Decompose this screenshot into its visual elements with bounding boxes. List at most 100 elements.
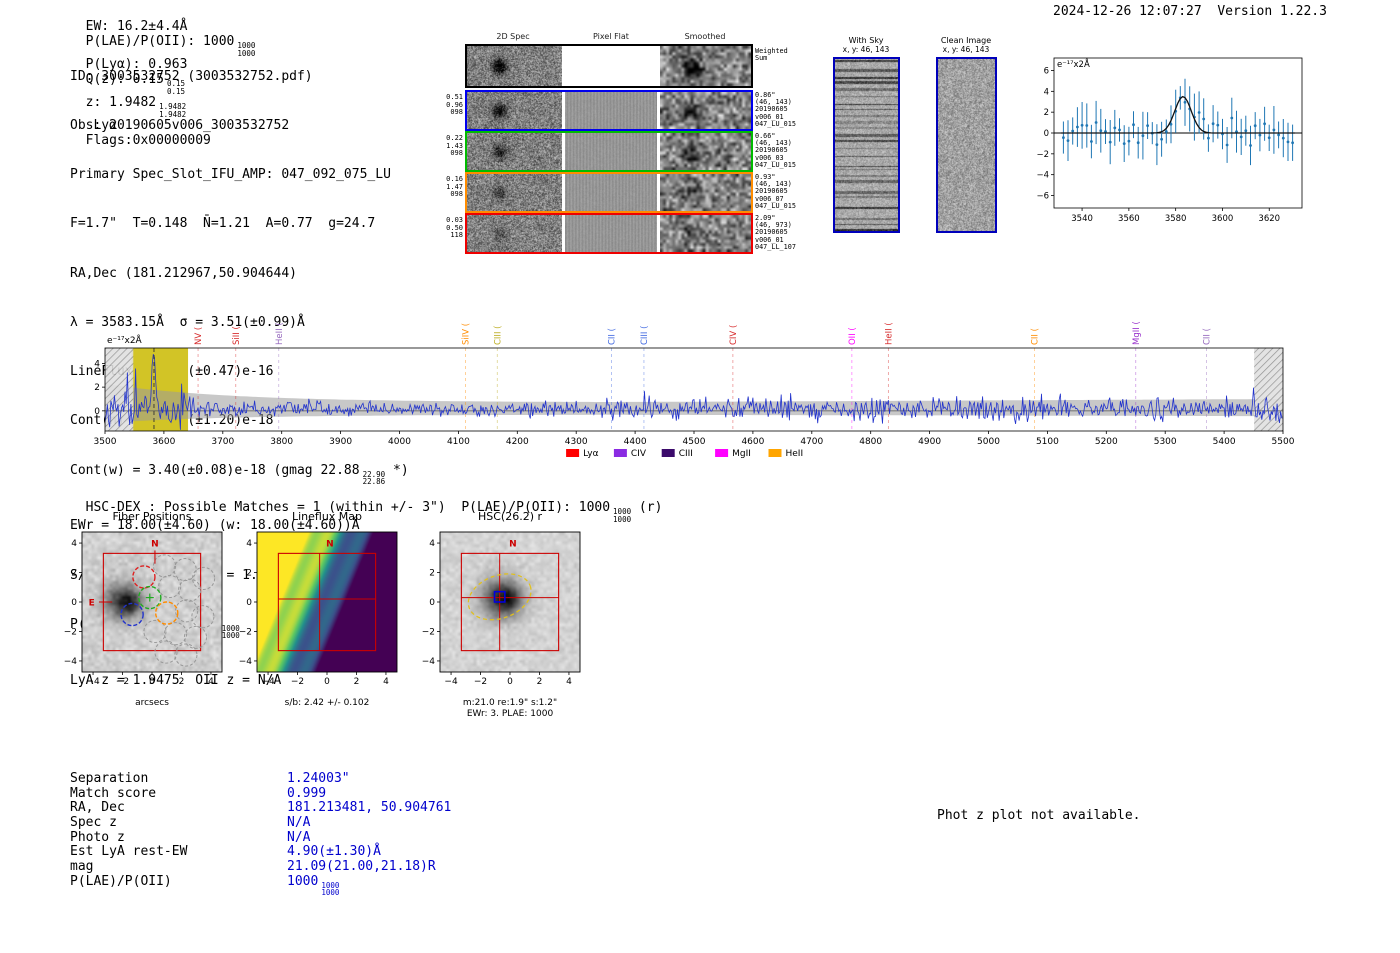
fiber3-pixelflat-image (565, 174, 657, 211)
row-label: mag (70, 859, 94, 875)
svg-text:4800: 4800 (859, 437, 882, 447)
svg-text:−4: −4 (444, 677, 458, 687)
hsc-r-xlabel2: EWr: 3. PLAE: 1000 (466, 709, 554, 719)
hsc-r-xlabel: m:21.0 re:1.9" s:1.2" (462, 698, 558, 708)
svg-text:−4: −4 (64, 657, 78, 667)
hsc-r-overlay: −4 −4 −2 −2 0 0 2 2 4 4 N (422, 531, 581, 687)
svg-text:3600: 3600 (1212, 214, 1234, 224)
catalog-match-table: Separation 1.24003" Match score 0.999 RA, … (70, 771, 451, 897)
svg-text:−2: −2 (422, 627, 435, 637)
fiber3-weights: 0.16 1.47 098 (446, 175, 463, 198)
svg-text:4: 4 (208, 677, 214, 687)
svg-text:N: N (151, 540, 159, 550)
table-row: Match score 0.999 (70, 786, 451, 801)
svg-text:2: 2 (429, 569, 435, 579)
weighted-smoothed-image (660, 46, 751, 86)
svg-text:−4: −4 (239, 657, 253, 667)
hsc-r-cutout: HSC(26.2) r −4 −4 −2 −2 0 0 2 2 4 4 N m:21.0 re:1.… (406, 508, 614, 722)
svg-text:2: 2 (94, 383, 100, 393)
svg-text:4: 4 (1044, 87, 1049, 97)
timestamp-version: 2024-12-26 12:07:27 Version 1.22.3 (1053, 4, 1327, 19)
svg-text:4: 4 (71, 539, 77, 549)
info-primary-spec: Primary Spec_Slot_IFU_AMP: 047_092_075_L… (70, 167, 391, 183)
svg-text:4100: 4100 (447, 437, 470, 447)
fiber1-pixelflat-image (565, 92, 657, 129)
fiber3-2dspec-image (467, 174, 562, 211)
spec2d-fiber-row (465, 90, 753, 131)
svg-text:3900: 3900 (329, 437, 352, 447)
row-value: 1.24003" (287, 771, 350, 786)
svg-text:3580: 3580 (1165, 214, 1187, 224)
svg-text:−4: −4 (261, 677, 275, 687)
svg-text:−6: −6 (1036, 192, 1049, 202)
svg-text:−2: −2 (64, 627, 77, 637)
info-obs: Obs: 20190605v006_3003532752 (70, 118, 290, 134)
table-row: Separation 1.24003" (70, 771, 451, 786)
withsky-panel: With Sky x, y: 46, 143 (830, 36, 902, 233)
svg-text:e⁻¹⁷x2Å: e⁻¹⁷x2Å (107, 334, 143, 346)
svg-text:−4: −4 (86, 677, 100, 687)
svg-text:2: 2 (354, 677, 360, 687)
svg-text:5300: 5300 (1154, 437, 1177, 447)
fiber2-2dspec-image (467, 133, 562, 170)
svg-text:N: N (509, 540, 517, 550)
svg-text:4: 4 (383, 677, 389, 687)
svg-text:3540: 3540 (1071, 214, 1093, 224)
svg-text:2: 2 (71, 569, 77, 579)
fiber1-smoothed-image (660, 92, 751, 129)
lineflux-map-xlabel: s/b: 2.42 +/- 0.102 (284, 698, 370, 708)
svg-text:3800: 3800 (270, 437, 293, 447)
svg-text:e⁻¹⁷x2Å: e⁻¹⁷x2Å (1057, 58, 1090, 70)
svg-text:2: 2 (537, 677, 543, 687)
svg-text:3600: 3600 (152, 437, 175, 447)
svg-text:CIV (: CIV ( (729, 325, 739, 345)
row-label: Photo z (70, 829, 125, 845)
fiber2-weights: 0.22 1.43 098 (446, 134, 463, 157)
fiber2-smoothed-image (660, 133, 751, 170)
svg-text:N: N (326, 540, 334, 550)
svg-text:CIII (: CIII ( (493, 326, 503, 345)
col-header-pixelflat: Pixel Flat (593, 32, 629, 41)
svg-text:−2: −2 (116, 677, 129, 687)
svg-text:−2: −2 (474, 677, 487, 687)
row-value: N/A (287, 815, 311, 831)
table-row: RA, Dec 181.213481, 50.904761 (70, 800, 451, 815)
svg-text:3500: 3500 (94, 437, 117, 447)
svg-text:5500: 5500 (1272, 437, 1295, 447)
svg-text:4200: 4200 (506, 437, 529, 447)
svg-text:CII (: CII ( (608, 328, 618, 345)
fiber4-info: 2.09" (46, 973) 20190605 v006_01 047_LL_107 (755, 214, 796, 251)
svg-text:4600: 4600 (741, 437, 764, 447)
col-header-smoothed: Smoothed (684, 32, 726, 41)
svg-text:HeII (: HeII ( (275, 322, 285, 345)
svg-text:5000: 5000 (977, 437, 1000, 447)
withsky-image (832, 57, 900, 233)
row-label: Spec z (70, 815, 117, 831)
line-fit-plot: −6 −4 −2 0 2 4 6 3540 3560 3580 3600 3620 e⁻¹⁷x2Å (1036, 57, 1303, 224)
row-value: 181.213481, 50.904761 (287, 800, 452, 816)
info-seeing: F=1.7" T=0.148 N̄=1.21 A=0.77 g=24.7 (70, 216, 376, 232)
row-label: Match score (70, 785, 157, 801)
info-id: ID: 3003532752 (3003532752.pdf) (70, 68, 313, 84)
fiber2-pixelflat-image (565, 133, 657, 170)
table-row: P(LAE)/P(OII) 1000 1000 1000 (70, 874, 451, 897)
svg-text:0: 0 (149, 677, 155, 687)
lineflux-map-overlay: −4 −4 −2 −2 0 0 2 2 4 4 N (239, 531, 398, 687)
svg-text:0: 0 (324, 677, 330, 687)
table-row: mag 21.09(21.00,21.18)R (70, 859, 451, 874)
spec2d-weighted-row (465, 44, 753, 88)
svg-text:CIII: CIII (679, 449, 693, 459)
svg-text:2: 2 (1044, 108, 1049, 118)
row-value: 21.09(21.00,21.18)R (287, 859, 436, 875)
table-row: Est LyA rest-EW 4.90(±1.30)Å (70, 844, 451, 859)
svg-text:OII (: OII ( (848, 327, 858, 345)
svg-text:E: E (89, 599, 95, 609)
svg-text:4: 4 (94, 359, 100, 369)
svg-text:2: 2 (246, 569, 252, 579)
lineflux-map-cutout: Lineflux Map −4 −4 −2 −2 0 0 2 2 4 4 N s/b: 2.42 +… (223, 508, 431, 722)
svg-text:4900: 4900 (918, 437, 941, 447)
svg-text:SiII (: SiII ( (232, 326, 242, 345)
svg-text:MgII (: MgII ( (1132, 321, 1142, 345)
weighted-flat-blank (565, 46, 657, 86)
svg-text:4700: 4700 (800, 437, 823, 447)
